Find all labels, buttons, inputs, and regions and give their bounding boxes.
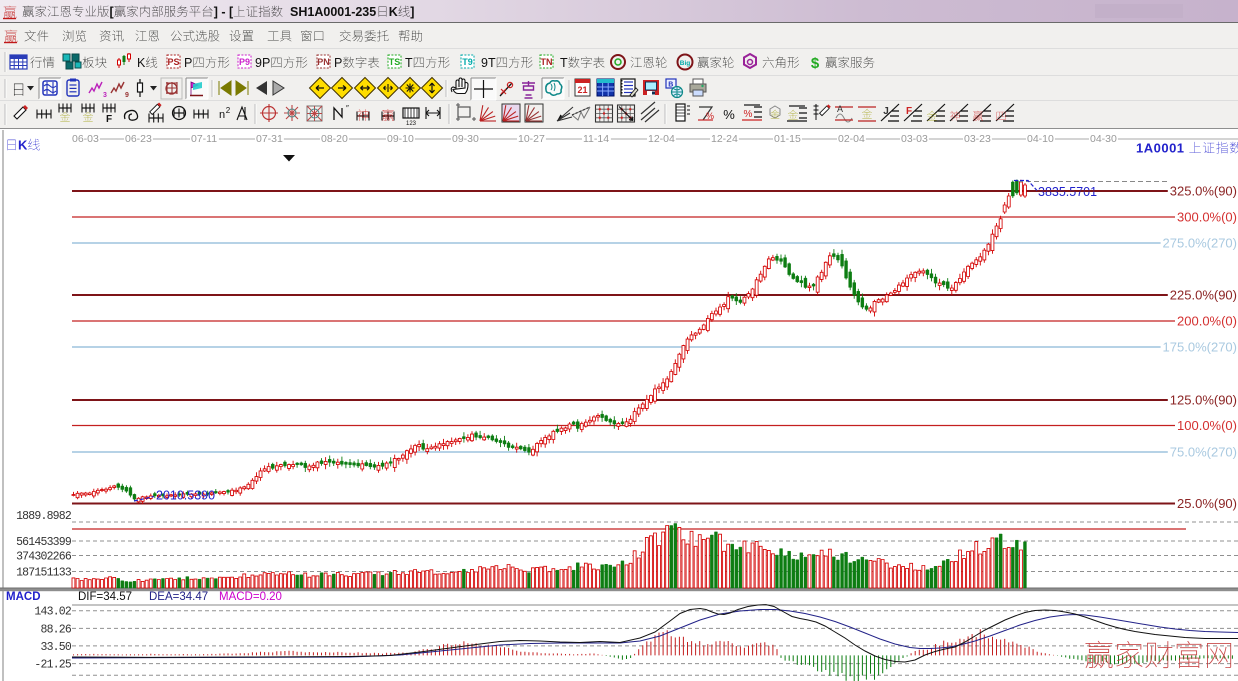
- svg-text:] - [: ] - [: [214, 5, 234, 19]
- svg-text:143.02: 143.02: [34, 606, 72, 619]
- svg-text:07-31: 07-31: [256, 133, 283, 145]
- svg-text:3835.5701: 3835.5701: [1038, 185, 1097, 199]
- svg-text:K: K: [137, 56, 146, 70]
- svg-text:175.0%(270): 175.0%(270): [1163, 340, 1237, 355]
- svg-text:DEA=34.47: DEA=34.47: [149, 591, 208, 603]
- svg-text:12-24: 12-24: [711, 133, 738, 145]
- svg-text:123: 123: [406, 121, 417, 127]
- svg-text:03-03: 03-03: [901, 133, 928, 145]
- svg-text:225.0%(90): 225.0%(90): [1170, 288, 1237, 303]
- svg-text:%: %: [723, 107, 735, 122]
- svg-text:100.0%(0): 100.0%(0): [1177, 418, 1237, 433]
- svg-text:9P: 9P: [255, 56, 270, 70]
- svg-text:561453399: 561453399: [16, 536, 72, 549]
- svg-text:06-03: 06-03: [72, 133, 99, 145]
- svg-text:04-30: 04-30: [1090, 133, 1117, 145]
- svg-text:09-30: 09-30: [452, 133, 479, 145]
- svg-text:02-04: 02-04: [838, 133, 865, 145]
- svg-text:200.0%(0): 200.0%(0): [1177, 314, 1237, 329]
- svg-text:09-10: 09-10: [387, 133, 414, 145]
- svg-text:9: 9: [125, 92, 129, 99]
- svg-text:06-23: 06-23: [125, 133, 152, 145]
- svg-text:T: T: [405, 56, 413, 70]
- svg-text:325.0%(90): 325.0%(90): [1170, 184, 1237, 199]
- svg-text:10-27: 10-27: [518, 133, 545, 145]
- svg-text:MACD=0.20: MACD=0.20: [219, 591, 282, 603]
- svg-text:12-04: 12-04: [648, 133, 675, 145]
- svg-text:11-14: 11-14: [583, 133, 609, 145]
- svg-text:TN: TN: [541, 57, 553, 67]
- svg-text:07-11: 07-11: [191, 133, 217, 145]
- svg-text:300.0%(0): 300.0%(0): [1177, 210, 1237, 225]
- svg-text:03-23: 03-23: [964, 133, 991, 145]
- svg-text:33.50: 33.50: [40, 641, 71, 654]
- svg-text:T: T: [560, 56, 568, 70]
- svg-text:TS: TS: [389, 57, 401, 67]
- svg-text:J: J: [883, 106, 889, 117]
- svg-text:F: F: [106, 114, 112, 125]
- svg-text:%: %: [744, 109, 753, 120]
- svg-text:Big: Big: [680, 60, 691, 67]
- svg-text:04-10: 04-10: [1027, 133, 1054, 145]
- svg-text:A: A: [837, 104, 843, 114]
- svg-text:PS: PS: [167, 57, 179, 67]
- svg-text:P: P: [184, 56, 192, 70]
- svg-text:21: 21: [577, 85, 587, 95]
- svg-text:n: n: [219, 109, 225, 121]
- svg-text:P: P: [334, 56, 342, 70]
- svg-text:K: K: [389, 5, 398, 19]
- svg-text:25.0%(90): 25.0%(90): [1177, 496, 1237, 511]
- svg-text:187151133: 187151133: [16, 567, 72, 580]
- svg-text:1A0001: 1A0001: [1136, 141, 1189, 156]
- svg-text:MACD: MACD: [6, 591, 41, 603]
- svg-text:]: ]: [410, 5, 414, 19]
- svg-text:P9: P9: [239, 57, 250, 67]
- svg-text:K: K: [18, 138, 28, 153]
- svg-text:125.0%(90): 125.0%(90): [1170, 393, 1237, 408]
- svg-text:2010.5390: 2010.5390: [156, 489, 215, 503]
- svg-text:3: 3: [103, 92, 107, 99]
- svg-text:T9: T9: [462, 57, 473, 67]
- svg-text:″: ″: [346, 104, 349, 113]
- svg-text:75.0%(270): 75.0%(270): [1170, 445, 1237, 460]
- svg-text:-21.25: -21.25: [34, 659, 72, 672]
- svg-text:2: 2: [226, 106, 231, 115]
- svg-text:PN: PN: [317, 57, 330, 67]
- svg-text:1889.8982: 1889.8982: [16, 510, 72, 523]
- svg-text:9T: 9T: [481, 56, 496, 70]
- svg-text:01-15: 01-15: [774, 133, 801, 145]
- svg-text:SH1A0001-235: SH1A0001-235: [283, 5, 376, 19]
- svg-text:B: B: [668, 82, 673, 89]
- svg-text:374302266: 374302266: [16, 551, 72, 564]
- svg-text:DIF=34.57: DIF=34.57: [78, 591, 132, 603]
- svg-text:$: $: [811, 55, 820, 72]
- svg-text:275.0%(270): 275.0%(270): [1163, 236, 1237, 251]
- svg-text:88.26: 88.26: [40, 623, 71, 636]
- svg-text:08-20: 08-20: [321, 133, 348, 145]
- svg-text:F: F: [906, 106, 912, 117]
